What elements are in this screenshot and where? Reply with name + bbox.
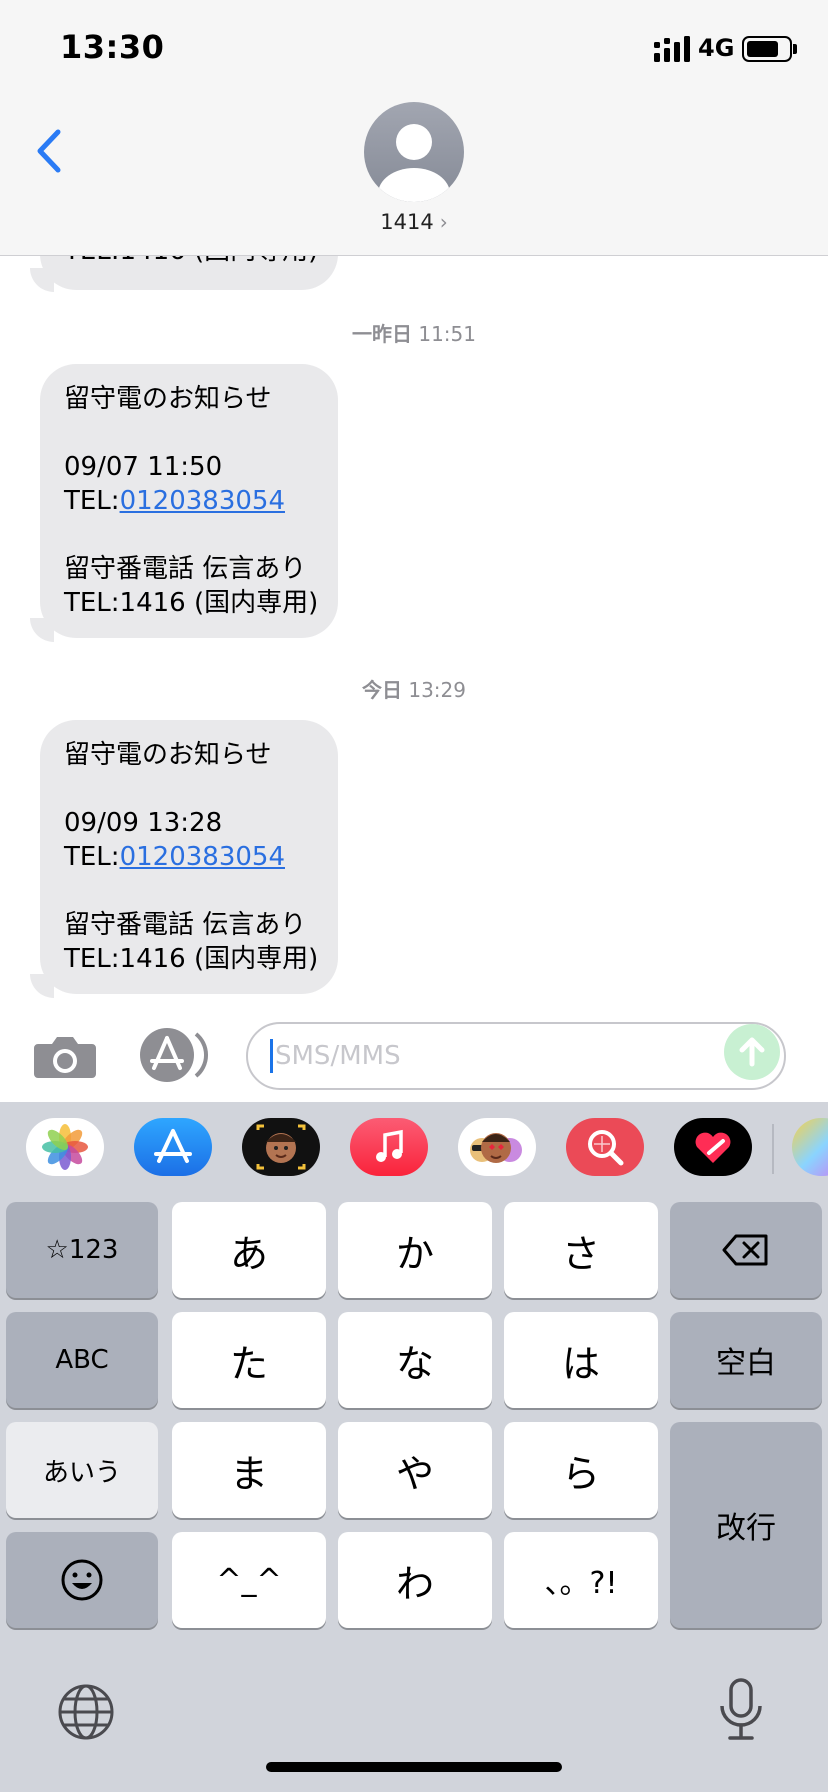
text-caret <box>270 1039 273 1073</box>
key-ra[interactable]: ら <box>504 1422 658 1518</box>
memoji-camera-icon[interactable] <box>242 1118 320 1176</box>
key-a[interactable]: あ <box>172 1202 326 1298</box>
tel-prefix: TEL: <box>64 486 120 516</box>
chevron-right-icon: › <box>439 210 448 234</box>
key-ka[interactable]: か <box>338 1202 492 1298</box>
home-indicator[interactable] <box>266 1762 562 1772</box>
message-input-placeholder: SMS/MMS <box>275 1041 401 1071</box>
delete-icon <box>722 1234 768 1266</box>
contact-name[interactable]: 1414 › <box>0 210 828 234</box>
battery-icon <box>742 36 792 62</box>
globe-icon[interactable] <box>56 1682 116 1742</box>
message-bubble-partial[interactable]: TEL:1416 (国内専用) <box>40 256 338 290</box>
phone-link[interactable]: 0120383054 <box>120 842 285 872</box>
message-footer: TEL:1416 (国内専用) <box>64 944 319 974</box>
message-title: 留守電のお知らせ <box>64 740 272 770</box>
digital-touch-icon[interactable] <box>674 1118 752 1176</box>
abc-mode-key[interactable]: ABC <box>6 1312 158 1408</box>
message-input[interactable]: SMS/MMS <box>246 1022 786 1090</box>
key-ha[interactable]: は <box>504 1312 658 1408</box>
contact-name-label: 1414 <box>380 210 434 234</box>
message-timestamp: 今日 13:29 <box>362 678 466 702</box>
key-punctuation[interactable]: 、。?! <box>504 1532 658 1628</box>
microphone-icon[interactable] <box>716 1678 766 1742</box>
photos-icon[interactable] <box>26 1118 104 1176</box>
message-composer: SMS/MMS <box>0 1008 828 1102</box>
message-datetime: 09/07 11:50 <box>64 452 223 482</box>
return-key[interactable]: 改行 <box>670 1422 822 1628</box>
app-store-icon[interactable] <box>140 1028 212 1082</box>
kana-mode-key[interactable]: あいう <box>6 1422 158 1518</box>
delete-key[interactable] <box>670 1202 822 1298</box>
strip-divider <box>772 1124 774 1174</box>
japanese-kana-keyboard: ☆123 あ か さ ABC た な は 空白 あいう ま や ら 改行 ^_^… <box>0 1200 828 1792</box>
status-time: 13:30 <box>60 28 165 66</box>
camera-icon[interactable] <box>32 1032 98 1082</box>
message-title: 留守電のお知らせ <box>64 384 272 414</box>
back-chevron-icon[interactable] <box>30 126 70 176</box>
key-ta[interactable]: た <box>172 1312 326 1408</box>
app-store-icon[interactable] <box>134 1118 212 1176</box>
key-sa[interactable]: さ <box>504 1202 658 1298</box>
message-timestamp: 一昨日 11:51 <box>352 322 476 346</box>
tel-prefix: TEL: <box>64 842 120 872</box>
message-bubble[interactable]: 留守電のお知らせ 09/07 11:50 TEL:0120383054 留守番電… <box>40 364 338 638</box>
phone-link[interactable]: 0120383054 <box>120 486 285 516</box>
message-datetime: 09/09 13:28 <box>64 808 223 838</box>
key-na[interactable]: な <box>338 1312 492 1408</box>
key-kaomoji[interactable]: ^_^ <box>172 1532 326 1628</box>
bubble-tail <box>30 974 54 998</box>
message-footer: TEL:1416 (国内専用) <box>64 256 318 268</box>
cellular-signal-icon <box>654 36 690 62</box>
message-thread[interactable]: TEL:1416 (国内専用) 一昨日 11:51 留守電のお知らせ 09/07… <box>0 256 828 1008</box>
message-bubble[interactable]: 留守電のお知らせ 09/09 13:28 TEL:0120383054 留守番電… <box>40 720 338 994</box>
navigation-header: 13:30 4G 1414 › <box>0 0 828 256</box>
bubble-tail <box>30 618 54 642</box>
key-ma[interactable]: ま <box>172 1422 326 1518</box>
network-type: 4G <box>698 34 735 62</box>
more-apps-icon[interactable] <box>792 1118 828 1176</box>
contact-avatar[interactable] <box>364 102 464 202</box>
battery-nub <box>793 44 797 54</box>
imessage-app-strip <box>0 1102 828 1200</box>
message-footer: TEL:1416 (国内専用) <box>64 588 319 618</box>
person-silhouette-icon <box>378 124 450 202</box>
emoji-key[interactable] <box>6 1532 158 1628</box>
space-key[interactable]: 空白 <box>670 1312 822 1408</box>
bubble-tail <box>30 268 54 292</box>
music-icon[interactable] <box>350 1118 428 1176</box>
message-notice: 留守番電話 伝言あり <box>64 554 307 584</box>
memoji-stickers-icon[interactable] <box>458 1118 536 1176</box>
image-search-icon[interactable] <box>566 1118 644 1176</box>
key-wa[interactable]: わ <box>338 1532 492 1628</box>
send-arrow-icon[interactable] <box>724 1024 780 1080</box>
key-ya[interactable]: や <box>338 1422 492 1518</box>
message-notice: 留守番電話 伝言あり <box>64 910 307 940</box>
numbers-mode-key[interactable]: ☆123 <box>6 1202 158 1298</box>
emoji-icon <box>61 1559 103 1601</box>
